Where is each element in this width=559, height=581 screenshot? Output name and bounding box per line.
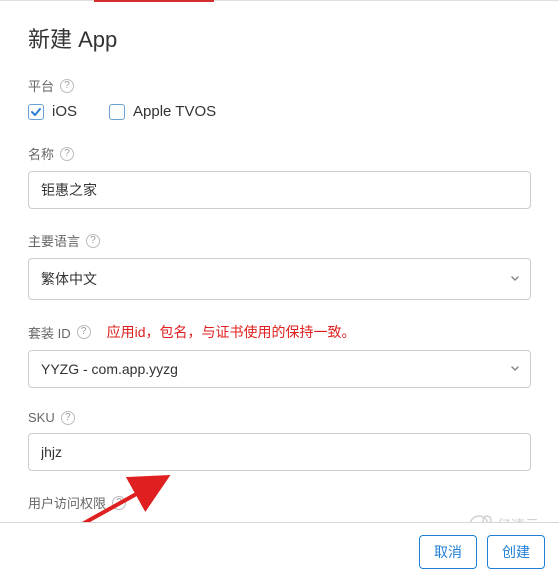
create-button[interactable]: 创建	[487, 535, 545, 569]
sku-field[interactable]	[28, 433, 531, 471]
checkbox-label: Apple TVOS	[133, 103, 216, 120]
sku-label: SKU ?	[28, 410, 531, 425]
checkbox-label: iOS	[52, 103, 77, 120]
footer: 取消 创建	[0, 522, 559, 581]
access-label: 用户访问权限 ?	[28, 493, 531, 512]
help-icon[interactable]: ?	[60, 79, 74, 93]
language-select[interactable]: 繁体中文	[28, 258, 531, 300]
platform-label: 平台 ?	[28, 76, 531, 95]
page-title: 新建 App	[28, 22, 531, 54]
bundle-select[interactable]: YYZG - com.app.yyzg	[28, 350, 531, 388]
help-icon[interactable]: ?	[60, 147, 74, 161]
platform-ios-checkbox[interactable]: iOS	[28, 103, 77, 120]
form-content: 新建 App 平台 ? iOS Apple TVOS 名称 ? 主要语言	[0, 0, 559, 541]
bundle-label: 套装 ID ?	[28, 323, 91, 342]
help-icon[interactable]: ?	[112, 496, 126, 510]
language-label: 主要语言 ?	[28, 231, 531, 250]
help-icon[interactable]: ?	[77, 325, 91, 339]
name-label: 名称 ?	[28, 144, 531, 163]
help-icon[interactable]: ?	[61, 411, 75, 425]
platform-tvos-checkbox[interactable]: Apple TVOS	[109, 103, 216, 120]
checkbox-icon	[28, 104, 44, 120]
cancel-button[interactable]: 取消	[419, 535, 477, 569]
checkbox-icon	[109, 104, 125, 120]
bundle-annotation: 应用id，包名，与证书使用的保持一致。	[107, 322, 356, 342]
name-field[interactable]	[28, 171, 531, 209]
help-icon[interactable]: ?	[86, 234, 100, 248]
